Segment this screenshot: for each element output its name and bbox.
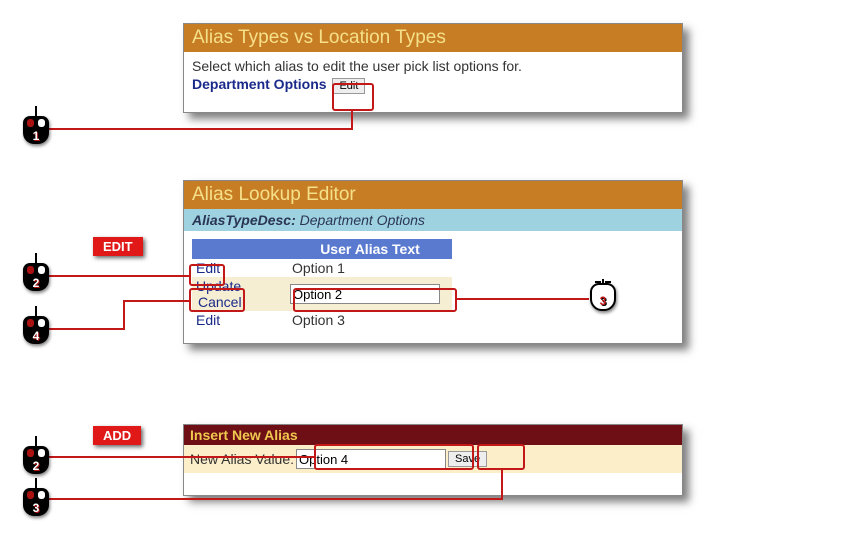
edit-link[interactable]: Edit [196,312,220,328]
save-button[interactable]: Save [448,451,487,467]
edit-button[interactable]: Edit [332,78,365,94]
callout-badge-2b: 2 [23,446,49,474]
new-alias-label: New Alias Value: [190,451,294,467]
panel-insert-alias: Insert New Alias New Alias Value: Save [183,424,683,496]
edit-label: EDIT [93,237,143,256]
callout-badge-3-cursor: 3 [590,283,616,311]
table-row: Edit Option 3 [192,311,452,329]
col-action [192,239,288,259]
table-row: Edit Option 1 [192,259,452,277]
type-value: Department Options [300,212,425,228]
instruction-text: Select which alias to edit the user pick… [192,58,674,74]
callout-badge-1: 1 [23,116,49,144]
panel-alias-lookup: Alias Lookup Editor AliasTypeDesc: Depar… [183,180,683,344]
panel-alias-types: Alias Types vs Location Types Select whi… [183,23,683,113]
alias-text: Option 3 [288,311,452,329]
panel-title: Insert New Alias [184,425,682,445]
callout-badge-3b: 3 [23,488,49,516]
panel-title: Alias Lookup Editor [184,181,682,209]
callout-badge-2: 2 [23,263,49,291]
alias-text: Option 1 [288,259,452,277]
update-link[interactable]: Update [196,278,241,294]
subheader: AliasTypeDesc: Department Options [184,209,682,231]
panel-title: Alias Types vs Location Types [184,24,682,52]
new-alias-input[interactable] [296,449,446,469]
add-label: ADD [93,426,141,445]
col-text: User Alias Text [288,239,452,259]
edit-link[interactable]: Edit [196,260,220,276]
alias-text-input[interactable] [290,284,440,304]
table-row: Update Cancel [192,277,452,311]
callout-badge-4: 4 [23,316,49,344]
alias-table: User Alias Text Edit Option 1 Update Can… [192,239,452,329]
type-label: AliasTypeDesc: [192,212,296,228]
cancel-link[interactable]: Cancel [198,294,242,310]
option-label: Department Options [192,76,327,92]
